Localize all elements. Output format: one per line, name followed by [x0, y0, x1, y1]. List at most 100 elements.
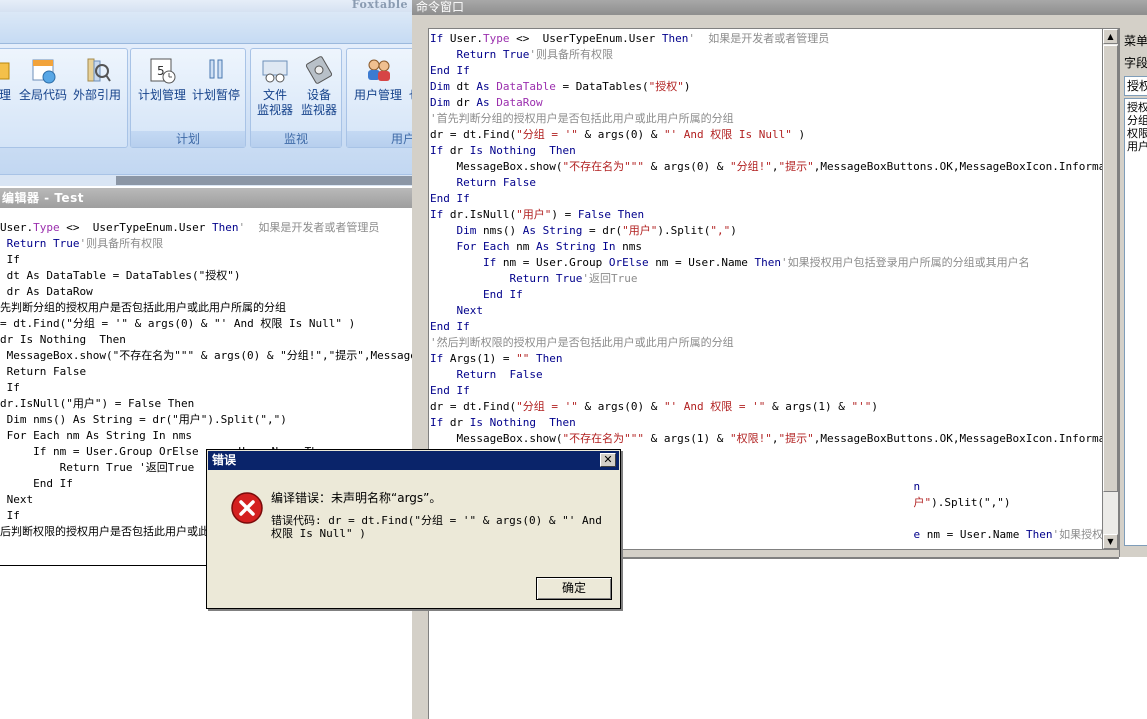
- code-line: End If: [430, 383, 1102, 399]
- code-token: dr: [449, 416, 470, 429]
- ribbon-button-plan-pause[interactable]: 计划暂停: [189, 55, 243, 103]
- ribbon-group-label-user: 用户: [347, 131, 412, 147]
- code-token: As: [476, 80, 497, 93]
- ok-button[interactable]: 确定: [536, 577, 612, 600]
- code-token: "分组 = '": [516, 128, 578, 141]
- side-field-input[interactable]: 授权: [1124, 76, 1147, 96]
- code-line: = dt.Find("分组 = '" & args(0) & "' And 权限…: [0, 316, 412, 332]
- ribbon-button-device-monitor[interactable]: 设备 监视器: [297, 55, 341, 118]
- scroll-up-arrow-icon[interactable]: ▲: [1103, 29, 1118, 44]
- code-line: 先判断分组的授权用户是否包括此用户或此用户所属的分组: [0, 300, 412, 316]
- command-window-title-bar: 命令窗口: [412, 0, 1147, 15]
- code-token: End If: [0, 477, 73, 490]
- code-token: "分组 = '": [516, 400, 578, 413]
- list-item[interactable]: 分组: [1127, 114, 1147, 127]
- code-line: dt As DataTable = DataTables("授权"): [0, 268, 412, 284]
- code-line: If: [0, 380, 412, 396]
- code-token: False Then: [577, 208, 645, 221]
- code-token: As String In: [535, 240, 623, 253]
- code-line: dr = dt.Find("分组 = '" & args(0) & "' And…: [430, 399, 1102, 415]
- code-line: End If: [430, 319, 1102, 335]
- code-token: "提示": [778, 160, 814, 173]
- code-token: Return False: [456, 176, 536, 189]
- code-token: ,: [771, 432, 779, 445]
- code-line: If: [0, 252, 412, 268]
- code-token: Return True: [6, 237, 80, 250]
- code-token: = dt.Find("分组 = '" & args(0) & "' And 权限…: [0, 317, 356, 330]
- code-token: End If: [430, 384, 470, 397]
- code-token: dr Is Nothing Then: [0, 333, 126, 346]
- code-line: Return True'则具备所有权限: [0, 236, 412, 252]
- code-token: dr: [456, 96, 477, 109]
- code-line: Return False: [0, 364, 412, 380]
- users-icon: [368, 59, 390, 81]
- close-icon[interactable]: ✕: [600, 453, 616, 467]
- code-token: ).Split(","): [931, 496, 1011, 509]
- code-line: dr = dt.Find("分组 = '" & args(0) & "' And…: [430, 127, 1102, 143]
- code-token: ' 如果是开发者或者管理员: [688, 32, 830, 45]
- code-token: '则具备所有权限: [529, 48, 613, 61]
- code-token: '返回True: [582, 272, 638, 285]
- list-item[interactable]: 权限: [1127, 127, 1147, 140]
- code-line: If dr Is Nothing Then: [430, 415, 1102, 431]
- code-token: Type: [483, 32, 510, 45]
- ribbon-button-external-ref[interactable]: 外部引用: [71, 55, 123, 103]
- side-field-list[interactable]: 授权 分组 权限 用户: [1124, 98, 1147, 546]
- code-line: Next: [430, 303, 1102, 319]
- ribbon-button-user-manage[interactable]: 用户管理: [349, 55, 407, 103]
- code-token: Then: [211, 221, 239, 234]
- code-token: & args(1) &: [643, 432, 731, 445]
- side-panel: 菜单 字段 授权 授权 分组 权限 用户: [1119, 28, 1147, 557]
- list-item[interactable]: 用户: [1127, 140, 1147, 153]
- code-token: Return False: [456, 368, 543, 381]
- code-token: Then: [754, 256, 782, 269]
- code-line: Dim nms() As String = dr("用户").Split(","…: [0, 412, 412, 428]
- ribbon-button-plan-manage[interactable]: 5 计划管理: [135, 55, 189, 103]
- code-token: Dim: [430, 80, 457, 93]
- code-token: If: [430, 416, 450, 429]
- code-token: dr As DataRow: [0, 285, 93, 298]
- code-line: End If: [430, 63, 1102, 79]
- code-token: ) =: [551, 208, 578, 221]
- command-window-left-edge: [412, 15, 428, 719]
- code-token: n: [913, 480, 921, 493]
- ribbon-tab-strip: [0, 12, 412, 44]
- code-token: e: [913, 528, 927, 541]
- ribbon-button-0[interactable]: 理: [0, 55, 15, 103]
- code-line: End If: [430, 191, 1102, 207]
- code-token: Is Nothing Then: [469, 144, 576, 157]
- code-line: For Each nm As String In nms: [430, 239, 1102, 255]
- error-message: 编译错误：未声明名称“args”。: [271, 491, 442, 505]
- command-code-scrollbar[interactable]: ▲ ▼: [1103, 28, 1119, 550]
- code-line: Dim dt As DataTable = DataTables("授权"): [430, 79, 1102, 95]
- code-token: & args(1) &: [765, 400, 852, 413]
- scroll-thumb[interactable]: [1103, 45, 1118, 492]
- side-menu-label: 菜单: [1124, 34, 1147, 48]
- code-token: dr = dt.Find(: [430, 128, 517, 141]
- code-token: = DataTables(: [555, 80, 649, 93]
- code-token: User.: [449, 32, 483, 45]
- ribbon-button-file-monitor[interactable]: 文件 监视器: [253, 55, 297, 118]
- list-item[interactable]: 授权: [1127, 101, 1147, 114]
- code-token: nms(): [483, 224, 523, 237]
- code-token: "授权": [648, 80, 684, 93]
- ribbon-button-global-code[interactable]: 全局代码: [17, 55, 69, 103]
- code-token: If: [0, 253, 20, 266]
- code-token: DataRow: [496, 96, 543, 109]
- scroll-down-arrow-icon[interactable]: ▼: [1103, 534, 1118, 549]
- code-token: Return True: [509, 272, 583, 285]
- code-token: '如果授权用户包括登录用户所属的分组或其用户名: [781, 256, 1030, 269]
- ribbon-button-partial[interactable]: 也: [405, 55, 412, 103]
- code-token: "提示": [778, 432, 814, 445]
- code-token: End If: [430, 64, 470, 77]
- code-line: MessageBox.show("不存在名为""" & args(1) & "权…: [430, 431, 1102, 447]
- code-token: nm = User.Name: [655, 256, 755, 269]
- code-token: "'": [851, 400, 872, 413]
- code-token: ): [871, 400, 879, 413]
- ribbon-scrollbar[interactable]: [116, 176, 412, 185]
- code-token: ,MessageBoxButtons.OK,MessageBoxIcon.Inf…: [813, 432, 1102, 445]
- code-line: If dr.IsNull("用户") = False Then: [430, 207, 1102, 223]
- code-line: MessageBox.show("不存在名为""" & args(0) & "分…: [430, 159, 1102, 175]
